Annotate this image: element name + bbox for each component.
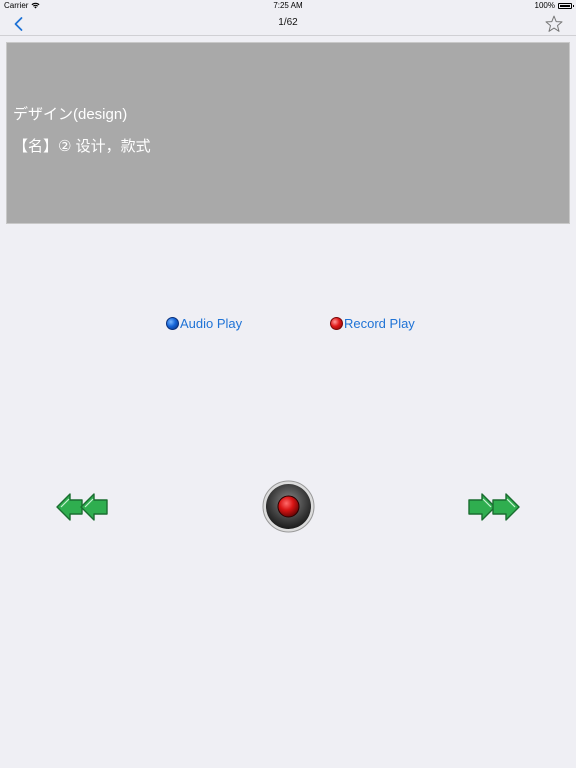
battery-icon	[558, 2, 574, 9]
word-card: デザイン(design) 【名】② 设计，款式	[6, 42, 570, 224]
status-bar: Carrier 7:25 AM 100%	[0, 0, 576, 12]
battery-fill	[560, 4, 570, 7]
page-counter: 1/62	[278, 17, 298, 28]
word-meaning: 【名】② 设计，款式	[13, 138, 151, 155]
star-outline-icon[interactable]	[544, 14, 564, 34]
navigation-bar: 1/62	[0, 12, 576, 36]
audio-play-label: Audio Play	[180, 316, 243, 331]
status-battery: 100%	[534, 1, 574, 10]
record-play-label: Record Play	[344, 316, 415, 331]
double-right-arrow-icon[interactable]	[467, 492, 521, 522]
record-play-button[interactable]: Record Play	[330, 316, 415, 331]
status-time: 7:25 AM	[273, 1, 303, 10]
audio-play-button[interactable]: Audio Play	[166, 316, 242, 331]
record-icon[interactable]	[262, 480, 315, 533]
red-dot-icon	[330, 317, 343, 330]
battery-percent: 100%	[534, 1, 555, 10]
blue-dot-icon	[166, 317, 179, 330]
double-left-arrow-icon[interactable]	[55, 492, 109, 522]
word-term: デザイン(design)	[13, 106, 128, 123]
